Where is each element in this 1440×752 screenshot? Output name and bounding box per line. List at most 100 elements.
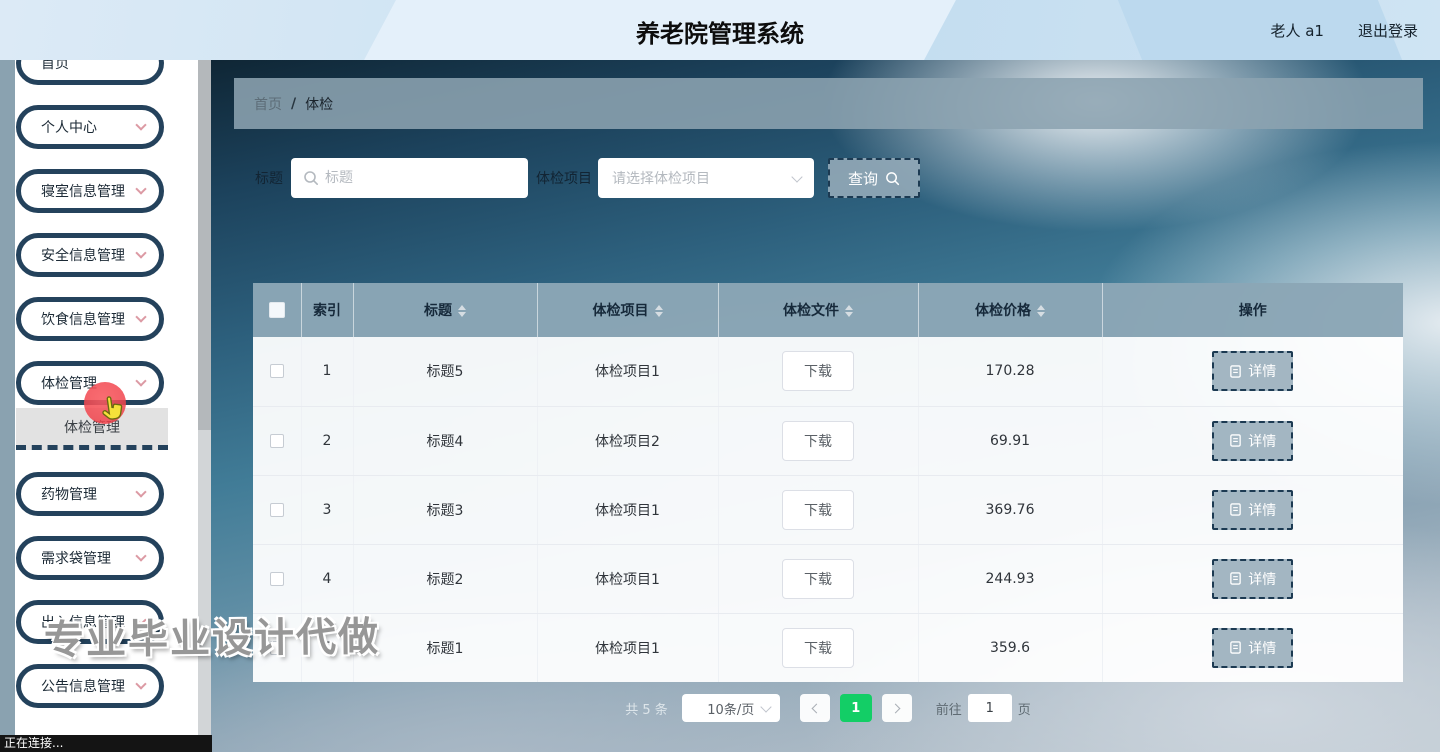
col-header-title[interactable]: 标题 <box>353 283 538 337</box>
chevron-down-icon <box>135 183 147 195</box>
current-user[interactable]: 老人 a1 <box>1270 20 1324 41</box>
download-button[interactable]: 下载 <box>782 351 854 392</box>
app-title: 养老院管理系统 <box>636 20 804 48</box>
cell-price: 369.76 <box>918 475 1103 545</box>
sidebar-item-medicine[interactable]: 药物管理 <box>16 472 164 516</box>
goto-label: 前往 <box>935 702 962 718</box>
detail-button[interactable]: 详情 <box>1212 558 1294 599</box>
breadcrumb-separator: / <box>291 95 297 112</box>
project-filter-label: 体检项目 <box>536 171 592 187</box>
row-checkbox[interactable] <box>269 571 284 586</box>
detail-button[interactable]: 详情 <box>1212 627 1294 668</box>
cell-title: 标题5 <box>353 337 538 407</box>
breadcrumb-home[interactable]: 首页 <box>254 94 282 114</box>
col-header-file[interactable]: 体检文件 <box>718 283 919 337</box>
breadcrumb: 首页 / 体检 <box>234 78 1423 129</box>
sidebar-scroll-thumb[interactable] <box>198 60 211 430</box>
select-all-checkbox[interactable] <box>268 302 285 318</box>
chevron-down-icon <box>135 119 147 131</box>
download-button[interactable]: 下载 <box>782 489 854 530</box>
cell-project: 体检项目1 <box>537 613 719 682</box>
hand-pointer-icon <box>102 396 123 420</box>
sort-icon[interactable] <box>1037 305 1045 317</box>
detail-button[interactable]: 详情 <box>1212 351 1294 392</box>
row-checkbox[interactable] <box>269 364 284 379</box>
sidebar-item-announcement[interactable]: 公告信息管理 <box>16 664 164 708</box>
chevron-down-icon <box>135 678 147 690</box>
sidebar-item-safety-info[interactable]: 安全信息管理 <box>16 233 164 277</box>
page-number-active[interactable]: 1 <box>839 694 872 722</box>
document-icon <box>1230 641 1242 654</box>
chevron-down-icon <box>135 311 147 323</box>
sort-icon[interactable] <box>845 305 853 317</box>
sort-icon[interactable] <box>458 305 466 317</box>
cell-price: 69.91 <box>918 406 1103 476</box>
row-checkbox[interactable] <box>269 433 284 448</box>
cell-project: 体检项目2 <box>537 406 719 476</box>
sidebar-item-diet-info[interactable]: 饮食信息管理 <box>16 297 164 341</box>
logout-link[interactable]: 退出登录 <box>1358 20 1418 41</box>
cell-project: 体检项目1 <box>537 544 719 614</box>
chevron-down-icon <box>135 375 147 387</box>
goto-unit-label: 页 <box>1017 702 1031 718</box>
browser-status-text: 正在连接... <box>0 735 212 752</box>
table-row: 2 标题4 体检项目2 下载 69.91 详情 <box>253 406 1403 476</box>
sort-icon[interactable] <box>654 305 663 317</box>
chevron-down-icon <box>135 247 147 259</box>
row-checkbox[interactable] <box>269 502 284 517</box>
detail-button[interactable]: 详情 <box>1212 489 1294 530</box>
next-page-button[interactable] <box>881 694 912 722</box>
page-size-select[interactable]: 10条/页 <box>681 694 780 722</box>
sidebar-item-entry-exit[interactable]: 出入信息管理 <box>16 600 164 644</box>
sidebar-item-personal-center[interactable]: 个人中心 <box>16 105 164 149</box>
project-select[interactable]: 请选择体检项目 <box>598 158 814 198</box>
download-button[interactable]: 下载 <box>782 558 854 599</box>
sidebar-menu: 首页 个人中心 寝室信息管理 安全信息管理 饮食信息管理 体检管理 <box>0 41 198 405</box>
cell-title: 标题3 <box>353 475 538 545</box>
chevron-left-icon <box>811 703 822 713</box>
cell-index: 2 <box>301 406 354 476</box>
chevron-down-icon <box>135 486 147 498</box>
download-button[interactable]: 下载 <box>782 420 854 461</box>
search-toolbar: 标题 体检项目 请选择体检项目 查询 <box>255 158 920 198</box>
sidebar-scrollbar[interactable] <box>198 60 211 735</box>
breadcrumb-current: 体检 <box>305 96 334 113</box>
cell-index: 5 <box>301 613 354 682</box>
sidebar-item-dorm-info[interactable]: 寝室信息管理 <box>16 169 164 213</box>
cell-price: 359.6 <box>918 613 1103 682</box>
detail-button[interactable]: 详情 <box>1212 420 1294 461</box>
row-checkbox[interactable] <box>269 640 284 655</box>
cell-title: 标题1 <box>353 613 538 682</box>
col-header-price[interactable]: 体检价格 <box>918 283 1103 337</box>
sidebar-menu-lower: 药物管理 需求袋管理 出入信息管理 公告信息管理 <box>0 450 198 708</box>
document-icon <box>1230 434 1242 447</box>
col-header-action: 操作 <box>1102 283 1403 337</box>
exam-table: 索引 标题 体检项目 体检文件 体检价格 操作 1 标题5 体检项目1 下载 1… <box>253 283 1403 682</box>
search-icon <box>886 171 900 185</box>
goto-page-input[interactable] <box>967 694 1012 722</box>
col-header-index: 索引 <box>301 283 354 337</box>
search-icon <box>304 171 318 185</box>
cell-price: 244.93 <box>918 544 1103 614</box>
query-button[interactable]: 查询 <box>828 158 920 198</box>
cell-title: 标题4 <box>353 406 538 476</box>
document-icon <box>1230 572 1242 585</box>
table-row: 3 标题3 体检项目1 下载 369.76 详情 <box>253 475 1403 545</box>
cell-index: 4 <box>301 544 354 614</box>
prev-page-button[interactable] <box>799 694 830 722</box>
col-header-project[interactable]: 体检项目 <box>537 283 719 337</box>
cell-index: 1 <box>301 337 354 407</box>
cell-project: 体检项目1 <box>537 337 719 407</box>
header-right: 老人 a1 退出登录 <box>1270 0 1418 60</box>
chevron-down-icon <box>135 614 147 626</box>
cell-title: 标题2 <box>353 544 538 614</box>
title-filter-label: 标题 <box>255 171 283 187</box>
document-icon <box>1230 503 1242 516</box>
cell-index: 3 <box>301 475 354 545</box>
download-button[interactable]: 下载 <box>782 627 854 668</box>
title-search-input[interactable] <box>291 158 528 198</box>
sidebar-item-demand-bag[interactable]: 需求袋管理 <box>16 536 164 580</box>
cell-project: 体检项目1 <box>537 475 719 545</box>
pagination: 共 5 条 10条/页 1 前往 页 <box>253 693 1403 723</box>
chevron-right-icon <box>890 703 901 713</box>
